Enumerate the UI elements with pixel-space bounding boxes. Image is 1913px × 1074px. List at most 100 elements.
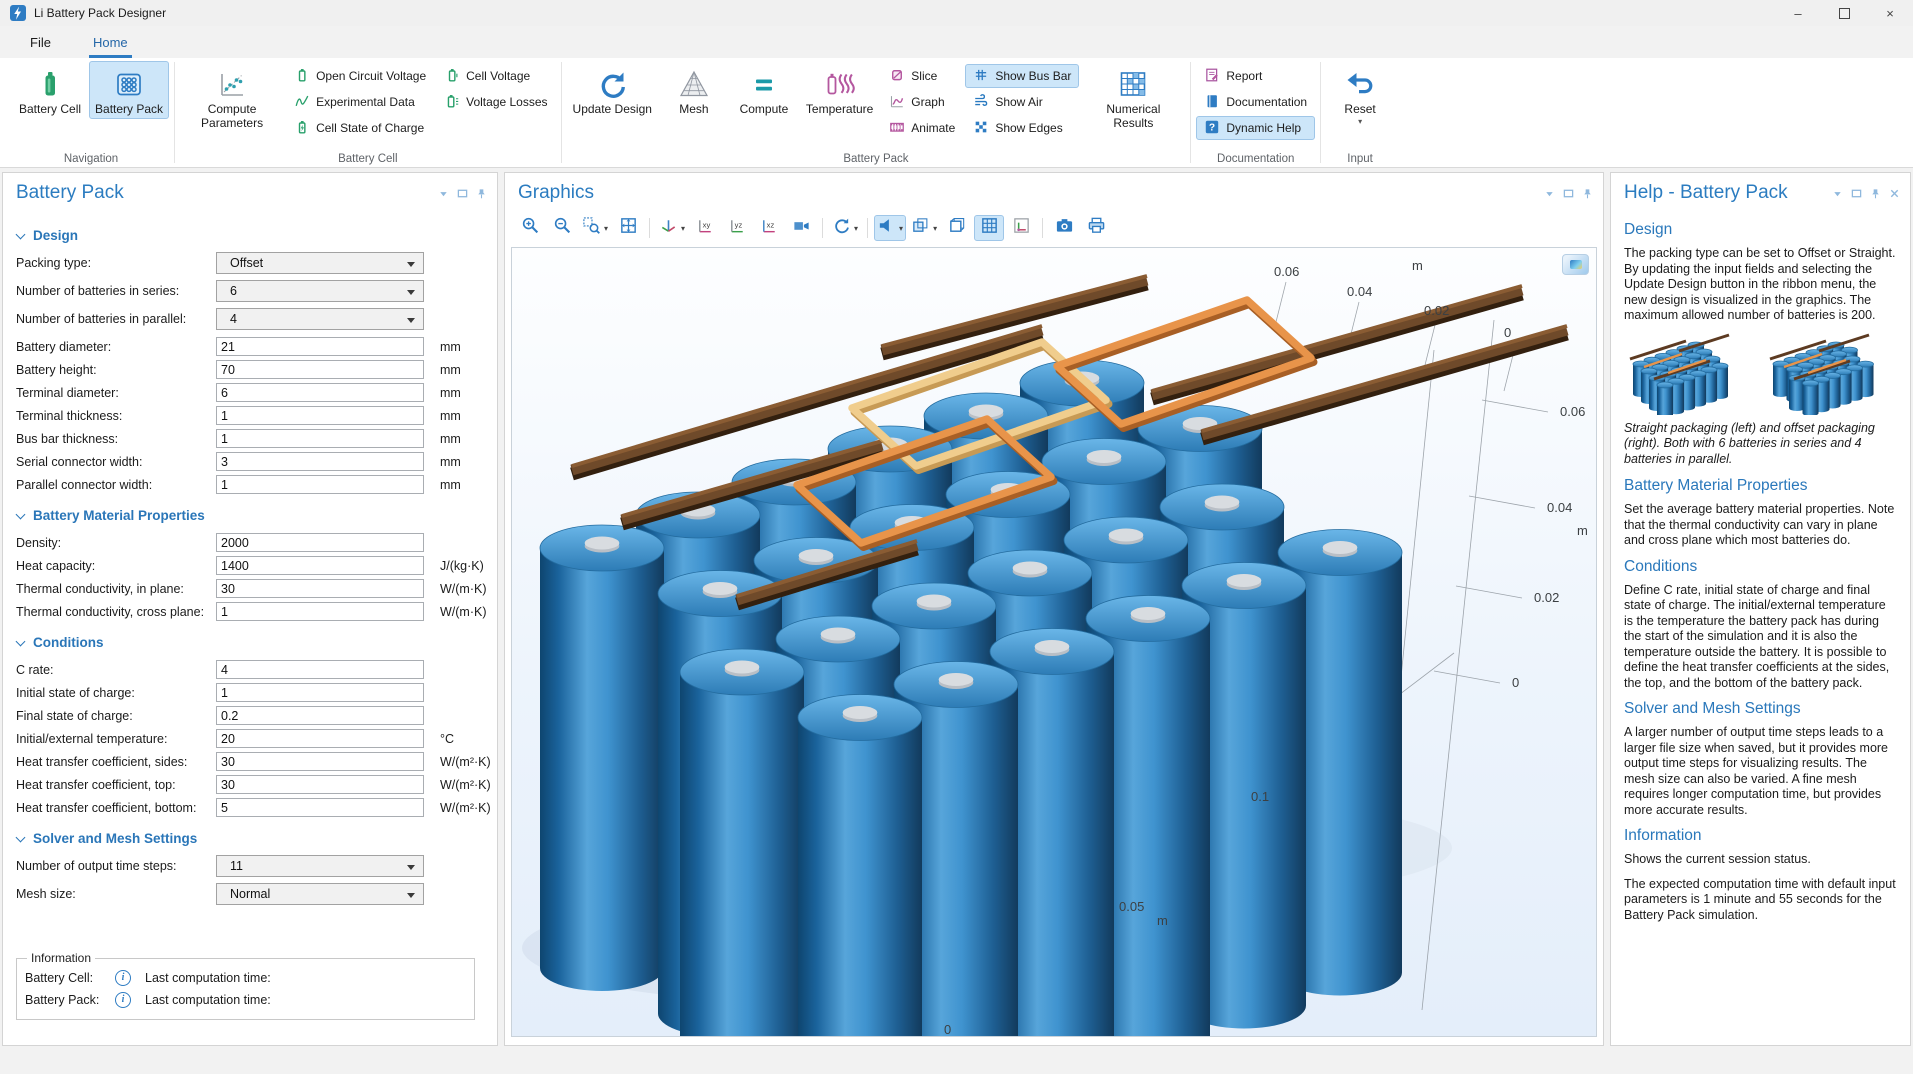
graph-button[interactable]: Graph bbox=[881, 90, 963, 114]
menu-file[interactable]: File bbox=[26, 29, 55, 58]
initial-external-temperature-input[interactable] bbox=[216, 729, 424, 748]
update-design-button[interactable]: Update Design bbox=[567, 61, 658, 119]
section-header-solver-and-mesh-settings[interactable]: Solver and Mesh Settings bbox=[16, 831, 483, 846]
c-rate-input[interactable] bbox=[216, 660, 424, 679]
show-air-button[interactable]: Show Air bbox=[965, 90, 1079, 114]
show-frame-button[interactable] bbox=[942, 215, 972, 241]
svg-text:m: m bbox=[1157, 913, 1168, 928]
info-icon[interactable]: i bbox=[115, 970, 131, 986]
compute-button[interactable]: Compute bbox=[730, 61, 798, 119]
rotate-button[interactable]: ▾ bbox=[829, 215, 861, 241]
serial-connector-width-input[interactable] bbox=[216, 452, 424, 471]
show-grid-button[interactable] bbox=[974, 215, 1004, 241]
experimental-data-button[interactable]: Experimental Data bbox=[286, 90, 434, 114]
transparency-button[interactable]: ▾ bbox=[908, 215, 940, 241]
compute-parameters-button[interactable]: Compute Parameters bbox=[180, 61, 284, 133]
heat-capacity-input[interactable] bbox=[216, 556, 424, 575]
minimize-button[interactable]: – bbox=[1775, 0, 1821, 26]
terminal-thickness-input[interactable] bbox=[216, 406, 424, 425]
collapse-icon[interactable] bbox=[438, 188, 449, 199]
view-xy-button[interactable] bbox=[690, 215, 720, 241]
pin-icon[interactable] bbox=[476, 188, 487, 199]
terminal-diameter-input[interactable] bbox=[216, 383, 424, 402]
heat-transfer-coefficient-bottom-input[interactable] bbox=[216, 798, 424, 817]
parallel-connector-width-input[interactable] bbox=[216, 475, 424, 494]
section-header-battery-material-properties[interactable]: Battery Material Properties bbox=[16, 508, 483, 523]
report-button[interactable]: Report bbox=[1196, 64, 1315, 88]
density-input[interactable] bbox=[216, 533, 424, 552]
float-icon[interactable] bbox=[457, 188, 468, 199]
number-of-batteries-in-parallel-dropdown[interactable]: 4 bbox=[216, 308, 424, 330]
numerical-results-button[interactable]: Numerical Results bbox=[1081, 61, 1185, 133]
thermal-conductivity-cross-plane-input[interactable] bbox=[216, 602, 424, 621]
collapse-icon[interactable] bbox=[1832, 188, 1843, 199]
close-icon[interactable] bbox=[1889, 188, 1900, 199]
reset-button[interactable]: Reset▾ bbox=[1326, 61, 1394, 129]
field-unit: W/(m²·K) bbox=[440, 778, 491, 792]
graphics-canvas[interactable]: 0.060.040.020m0.060.040.020m0.10.050m bbox=[511, 247, 1597, 1037]
close-button[interactable]: × bbox=[1867, 0, 1913, 26]
s-doc-icon bbox=[1204, 93, 1220, 112]
menu-home[interactable]: Home bbox=[89, 29, 132, 58]
heat-transfer-coefficient-sides-input[interactable] bbox=[216, 752, 424, 771]
straight-packaging-image bbox=[1624, 333, 1758, 415]
battery-pack-button[interactable]: Battery Pack bbox=[89, 61, 169, 119]
battery-height-input[interactable] bbox=[216, 360, 424, 379]
show-edges-button[interactable]: Show Edges bbox=[965, 116, 1079, 140]
app-window: Li Battery Pack Designer – × FileHome Ba… bbox=[0, 0, 1913, 1074]
field-number-of-batteries-in-series: Number of batteries in series:6 bbox=[16, 280, 483, 302]
default-view-button[interactable]: ▾ bbox=[656, 215, 688, 241]
open-circuit-voltage-button[interactable]: Open Circuit Voltage bbox=[286, 64, 434, 88]
dynamic-help-button[interactable]: Dynamic Help bbox=[1196, 116, 1315, 140]
final-state-of-charge-input[interactable] bbox=[216, 706, 424, 725]
initial-state-of-charge-input[interactable] bbox=[216, 683, 424, 702]
zoom-box-button[interactable]: ▾ bbox=[579, 215, 611, 241]
view-xz-button[interactable] bbox=[754, 215, 784, 241]
zoom-extents-button[interactable] bbox=[613, 215, 643, 241]
number-of-output-time-steps-dropdown[interactable]: 11 bbox=[216, 855, 424, 877]
battery-cell-button[interactable]: Battery Cell bbox=[13, 61, 87, 119]
cell-voltage-button[interactable]: Cell Voltage bbox=[436, 64, 555, 88]
mesh-size-dropdown[interactable]: Normal bbox=[216, 883, 424, 905]
packing-type-dropdown[interactable]: Offset bbox=[216, 252, 424, 274]
chevron-down-icon: ▾ bbox=[933, 224, 937, 233]
ribbon-group-documentation: ReportDocumentationDynamic HelpDocumenta… bbox=[1191, 58, 1320, 167]
collapse-icon[interactable] bbox=[1544, 188, 1555, 199]
pin-icon[interactable] bbox=[1870, 188, 1881, 199]
r-temp-icon bbox=[824, 66, 856, 102]
button-label: Voltage Losses bbox=[466, 95, 547, 109]
perspective-button[interactable] bbox=[786, 215, 816, 241]
field-label: Terminal thickness: bbox=[16, 409, 216, 423]
view-yz-button[interactable] bbox=[722, 215, 752, 241]
chevron-down-icon: ▾ bbox=[604, 224, 608, 233]
show-bus-bar-button[interactable]: Show Bus Bar bbox=[965, 64, 1079, 88]
animate-button[interactable]: Animate bbox=[881, 116, 963, 140]
number-of-batteries-in-series-dropdown[interactable]: 6 bbox=[216, 280, 424, 302]
heat-transfer-coefficient-top-input[interactable] bbox=[216, 775, 424, 794]
panel-title: Battery Pack bbox=[16, 182, 124, 204]
scene-light-button[interactable]: ▾ bbox=[874, 215, 906, 241]
documentation-button[interactable]: Documentation bbox=[1196, 90, 1315, 114]
float-icon[interactable] bbox=[1563, 188, 1574, 199]
section-header-design[interactable]: Design bbox=[16, 228, 483, 243]
voltage-losses-button[interactable]: Voltage Losses bbox=[436, 90, 555, 114]
maximize-button[interactable] bbox=[1821, 0, 1867, 26]
snapshot-button[interactable] bbox=[1049, 215, 1079, 241]
float-icon[interactable] bbox=[1851, 188, 1862, 199]
mesh-button[interactable]: Mesh bbox=[660, 61, 728, 119]
slice-button[interactable]: Slice bbox=[881, 64, 963, 88]
zoom-out-button[interactable] bbox=[547, 215, 577, 241]
section-header-conditions[interactable]: Conditions bbox=[16, 635, 483, 650]
info-icon[interactable]: i bbox=[115, 992, 131, 1008]
cell-state-of-charge-button[interactable]: Cell State of Charge bbox=[286, 116, 434, 140]
show-axes-button[interactable] bbox=[1006, 215, 1036, 241]
zoom-in-button[interactable] bbox=[515, 215, 545, 241]
battery-pack-3d-view[interactable]: 0.060.040.020m0.060.040.020m0.10.050m bbox=[512, 248, 1597, 1037]
thermal-conductivity-in-plane-input[interactable] bbox=[216, 579, 424, 598]
battery-diameter-input[interactable] bbox=[216, 337, 424, 356]
pin-icon[interactable] bbox=[1582, 188, 1593, 199]
bus-bar-thickness-input[interactable] bbox=[216, 429, 424, 448]
comsol-floater-icon[interactable] bbox=[1562, 254, 1589, 275]
print-button[interactable] bbox=[1081, 215, 1111, 241]
temperature-button[interactable]: Temperature bbox=[800, 61, 879, 119]
